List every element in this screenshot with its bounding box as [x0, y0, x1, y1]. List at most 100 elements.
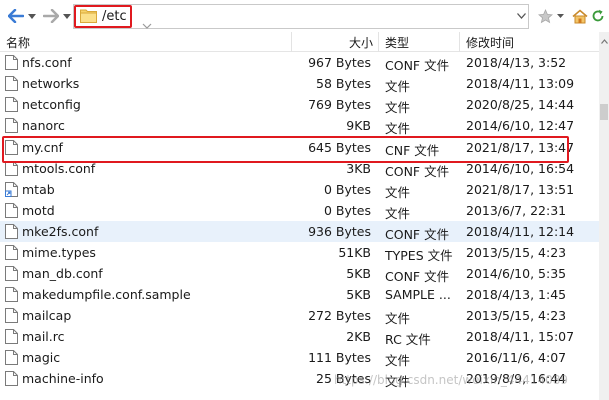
file-icon	[5, 97, 18, 112]
column-header: 名称 大小 类型 修改时间	[0, 32, 599, 52]
file-type: CONF 文件	[385, 164, 450, 179]
back-button[interactable]	[5, 5, 27, 27]
sort-ascending-icon	[142, 23, 152, 29]
file-icon	[5, 161, 18, 176]
column-size[interactable]: 大小	[349, 34, 373, 51]
column-divider[interactable]	[291, 32, 292, 52]
refresh-button[interactable]	[591, 7, 605, 25]
file-row[interactable]: mailcap 272 Bytes 文件 2013/5/15, 4:23	[0, 305, 599, 326]
file-modified: 2018/4/11, 15:07	[466, 329, 575, 344]
file-size: 3KB	[346, 161, 371, 176]
file-size: 936 Bytes	[308, 224, 371, 239]
toolbar: /etc	[0, 0, 609, 32]
file-size: 58 Bytes	[316, 76, 371, 91]
bookmark-dropdown[interactable]	[555, 7, 565, 25]
file-modified: 2018/4/13, 1:45	[466, 287, 567, 302]
file-name: mke2fs.conf	[22, 224, 99, 239]
file-row[interactable]: makedumpfile.conf.sample 5KB SAMPLE ... …	[0, 284, 599, 305]
file-type: TYPES 文件	[385, 248, 453, 263]
file-modified: 2018/4/11, 12:14	[466, 224, 575, 239]
file-icon	[5, 350, 18, 365]
scroll-thumb[interactable]	[600, 104, 608, 120]
back-history-dropdown[interactable]	[27, 9, 37, 23]
file-row-selected[interactable]: mke2fs.conf 936 Bytes CONF 文件 2018/4/11,…	[0, 221, 599, 242]
file-row[interactable]: motd 0 Bytes 文件 2013/6/7, 22:31	[0, 200, 599, 221]
file-modified: 2013/5/15, 4:23	[466, 245, 567, 260]
watermark: https://blog.csdn.net/weixin_44414089	[334, 373, 569, 387]
column-divider[interactable]	[459, 32, 460, 52]
chevron-down-icon	[556, 14, 564, 18]
file-modified: 2014/6/10, 12:47	[466, 118, 575, 133]
vertical-scrollbar[interactable]	[599, 32, 609, 400]
scroll-up-button[interactable]	[599, 36, 609, 46]
file-type: 文件	[385, 206, 411, 221]
home-button[interactable]	[571, 7, 589, 25]
file-type: 文件	[385, 311, 411, 326]
file-name: nfs.conf	[22, 55, 72, 70]
home-icon	[572, 8, 588, 23]
file-row[interactable]: mail.rc 2KB RC 文件 2018/4/11, 15:07	[0, 326, 599, 347]
path-dropdown-button[interactable]	[515, 8, 527, 24]
file-row[interactable]: networks 58 Bytes 文件 2018/4/11, 13:09	[0, 73, 599, 94]
file-modified: 2014/6/10, 16:54	[466, 161, 575, 176]
bookmark-button[interactable]	[536, 7, 554, 25]
file-modified: 2021/8/17, 13:51	[466, 182, 575, 197]
column-name[interactable]: 名称	[6, 34, 30, 51]
file-size: 111 Bytes	[308, 350, 371, 365]
chevron-down-icon	[28, 13, 36, 19]
file-size: 272 Bytes	[308, 308, 371, 323]
file-icon	[5, 329, 18, 344]
file-icon	[5, 245, 18, 260]
file-icon	[5, 371, 18, 386]
file-type: 文件	[385, 121, 411, 136]
file-type: SAMPLE ...	[385, 287, 451, 302]
column-type[interactable]: 类型	[385, 34, 409, 51]
file-type: 文件	[385, 100, 411, 115]
file-icon	[5, 55, 18, 70]
chevron-down-icon	[63, 13, 71, 19]
file-name: mailcap	[22, 308, 72, 323]
file-name: networks	[22, 76, 80, 91]
file-icon	[5, 118, 18, 133]
file-type: 文件	[385, 185, 411, 200]
column-divider[interactable]	[378, 32, 379, 52]
refresh-icon	[592, 9, 604, 22]
file-name: magic	[22, 350, 61, 365]
file-name: makedumpfile.conf.sample	[22, 287, 191, 302]
file-row[interactable]: nanorc 9KB 文件 2014/6/10, 12:47	[0, 115, 599, 136]
file-modified: 2013/6/7, 22:31	[466, 203, 567, 218]
forward-arrow-icon	[43, 9, 59, 23]
file-modified: 2014/6/10, 5:35	[466, 266, 567, 281]
file-type: 文件	[385, 79, 411, 94]
file-list: nfs.conf 967 Bytes CONF 文件 2018/4/13, 3:…	[0, 52, 599, 400]
file-icon	[5, 224, 18, 239]
file-size: 967 Bytes	[308, 55, 371, 70]
file-modified: 2013/5/15, 4:23	[466, 308, 567, 323]
file-size: 0 Bytes	[323, 182, 371, 197]
file-row[interactable]: mime.types 51KB TYPES 文件 2013/5/15, 4:23	[0, 242, 599, 263]
file-size: 0 Bytes	[323, 203, 371, 218]
file-row[interactable]: mtab 0 Bytes 文件 2021/8/17, 13:51	[0, 179, 599, 200]
file-icon	[5, 266, 18, 281]
path-highlight-box	[74, 5, 132, 28]
file-row[interactable]: nfs.conf 967 Bytes CONF 文件 2018/4/13, 3:…	[0, 52, 599, 73]
file-icon	[5, 76, 18, 91]
chevron-down-icon	[516, 13, 526, 19]
file-row[interactable]: man_db.conf 5KB CONF 文件 2014/6/10, 5:35	[0, 263, 599, 284]
file-modified: 2018/4/11, 13:09	[466, 76, 575, 91]
file-name: mail.rc	[22, 329, 65, 344]
file-size: 769 Bytes	[308, 97, 371, 112]
chevron-up-icon	[600, 38, 608, 44]
file-name: mtools.conf	[22, 161, 96, 176]
forward-history-dropdown[interactable]	[62, 9, 72, 23]
file-icon	[5, 203, 18, 218]
file-icon	[5, 287, 18, 302]
file-modified: 2018/4/13, 3:52	[466, 55, 567, 70]
file-row[interactable]: magic 111 Bytes 文件 2016/11/6, 4:07	[0, 347, 599, 368]
column-modified[interactable]: 修改时间	[466, 34, 514, 51]
file-modified: 2020/8/25, 14:44	[466, 97, 575, 112]
file-row[interactable]: netconfig 769 Bytes 文件 2020/8/25, 14:44	[0, 94, 599, 115]
file-modified: 2016/11/6, 4:07	[466, 350, 567, 365]
file-name: man_db.conf	[22, 266, 103, 281]
forward-button[interactable]	[40, 5, 62, 27]
